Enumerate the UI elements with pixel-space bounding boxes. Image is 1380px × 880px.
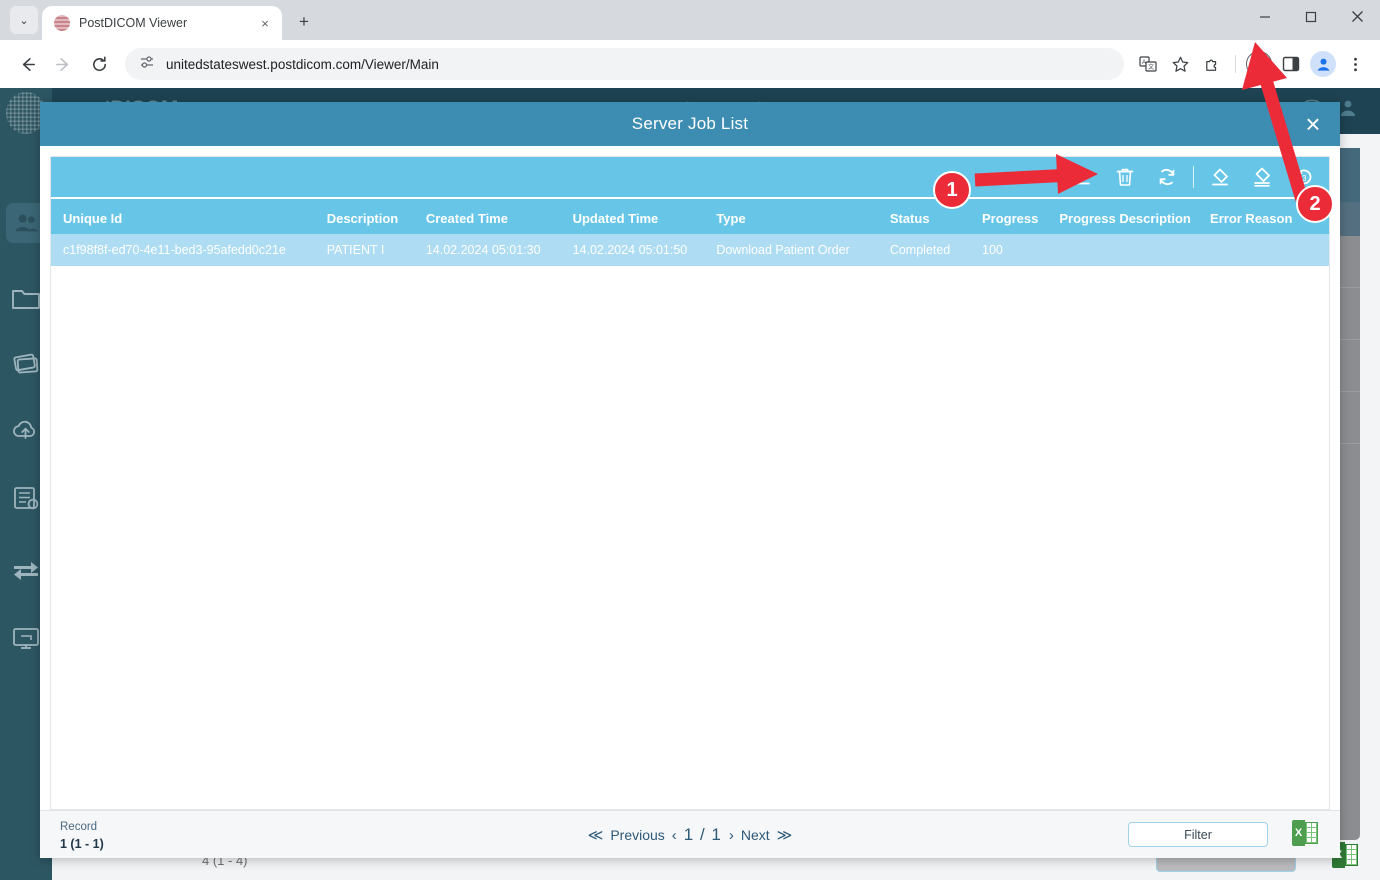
svg-text:文: 文	[1148, 63, 1154, 71]
dialog-close-button[interactable]: ×	[1298, 109, 1328, 139]
tab-title: PostDICOM Viewer	[79, 16, 188, 30]
back-button[interactable]	[10, 47, 44, 81]
window-maximize-button[interactable]	[1288, 0, 1334, 33]
translate-icon[interactable]: A 文	[1133, 49, 1163, 79]
next-chevron-icon[interactable]: ›	[729, 827, 734, 844]
tab-strip: ⌄ PostDICOM Viewer × +	[0, 0, 1380, 40]
column-header-updated-time[interactable]: Updated Time	[573, 211, 717, 234]
browser-window: ⌄ PostDICOM Viewer × + unitedstateswest.…	[0, 0, 1380, 880]
grid-header-row: Unique Id Description Created Time Updat…	[51, 197, 1329, 234]
refresh-icon[interactable]	[1148, 160, 1186, 194]
previous-page-button[interactable]: Previous	[610, 827, 664, 843]
clear-all-icon[interactable]	[1243, 160, 1281, 194]
cell-status: Completed	[889, 243, 951, 257]
column-header-progress[interactable]: Progress	[982, 211, 1059, 234]
dialog-body: 3 Unique Id Description Created Time Upd…	[40, 146, 1340, 810]
prev-chevron-icon[interactable]: ‹	[672, 827, 677, 844]
toolbar-divider	[1193, 166, 1194, 188]
server-job-list-dialog: Server Job List × 3 Unique Id Descriptio…	[40, 102, 1340, 858]
chrome-menu-icon[interactable]	[1340, 49, 1370, 79]
column-header-status[interactable]: Status	[890, 211, 982, 234]
cell-type: Download Patient Order	[716, 243, 850, 257]
window-close-button[interactable]	[1334, 0, 1380, 33]
site-settings-icon[interactable]	[139, 54, 155, 75]
cell-created-time: 14.02.2024 05:01:30	[425, 243, 541, 257]
address-bar-url: unitedstateswest.postdicom.com/Viewer/Ma…	[166, 56, 439, 72]
tab-close-icon[interactable]: ×	[256, 14, 274, 32]
dialog-title: Server Job List	[631, 114, 749, 133]
window-controls	[1242, 0, 1380, 40]
column-header-unique-id[interactable]: Unique Id	[51, 211, 327, 234]
browser-toolbar: unitedstateswest.postdicom.com/Viewer/Ma…	[0, 40, 1380, 88]
last-page-button[interactable]: ≫	[777, 826, 793, 844]
user-menu-icon[interactable]	[1338, 98, 1358, 123]
column-header-type[interactable]: Type	[716, 211, 890, 234]
bookmark-star-icon[interactable]	[1165, 49, 1195, 79]
cell-updated-time: 14.02.2024 05:01:50	[572, 243, 688, 257]
svg-text:3: 3	[1302, 174, 1307, 183]
delete-icon[interactable]	[1106, 160, 1144, 194]
window-minimize-button[interactable]	[1242, 0, 1288, 33]
page-indicator: 1 / 1	[683, 825, 722, 844]
column-header-created-time-label: Created Time	[425, 211, 508, 226]
column-header-created-time[interactable]: Created Time	[426, 211, 573, 234]
filter-button[interactable]: Filter	[1128, 822, 1268, 847]
column-header-description[interactable]: Description	[327, 211, 426, 234]
dialog-footer: Record 1 (1 - 1) ≪ Previous ‹ 1 / 1 › Ne…	[40, 810, 1340, 858]
download-icon[interactable]	[1064, 160, 1102, 194]
cell-unique-id: c1f98f8f-ed70-4e11-bed3-95afedd0c21e	[63, 243, 286, 257]
job-grid: 3 Unique Id Description Created Time Upd…	[50, 156, 1330, 810]
side-panel-icon[interactable]	[1276, 49, 1306, 79]
browser-tab[interactable]: PostDICOM Viewer ×	[42, 6, 282, 40]
table-row[interactable]: c1f98f8f-ed70-4e11-bed3-95afedd0c21e PAT…	[51, 234, 1329, 266]
first-page-button[interactable]: ≪	[588, 826, 604, 844]
tab-search-icon[interactable]: ⌄	[10, 6, 38, 34]
extensions-icon[interactable]	[1197, 49, 1227, 79]
address-bar[interactable]: unitedstateswest.postdicom.com/Viewer/Ma…	[125, 48, 1124, 80]
grid-empty-area	[51, 266, 1329, 809]
next-page-button[interactable]: Next	[741, 827, 770, 843]
forward-button[interactable]	[46, 47, 80, 81]
profile-avatar-icon[interactable]	[1308, 49, 1338, 79]
column-header-progress-description[interactable]: Progress Description	[1059, 211, 1210, 234]
tab-favicon-icon	[54, 15, 70, 31]
annotation-badge-1: 1	[933, 171, 971, 209]
annotation-badge-2: 2	[1296, 185, 1334, 223]
cell-description: PATIENT I	[326, 243, 385, 257]
dialog-header: Server Job List ×	[40, 102, 1340, 146]
clear-icon[interactable]	[1201, 160, 1239, 194]
toolbar-divider	[1235, 55, 1236, 73]
downloads-icon[interactable]	[1244, 49, 1274, 79]
cell-progress: 100	[982, 243, 1003, 257]
grid-toolbar: 3	[51, 157, 1329, 197]
new-tab-button[interactable]: +	[290, 8, 318, 36]
excel-export-icon[interactable]: X	[1292, 819, 1318, 852]
reload-button[interactable]	[82, 47, 116, 81]
